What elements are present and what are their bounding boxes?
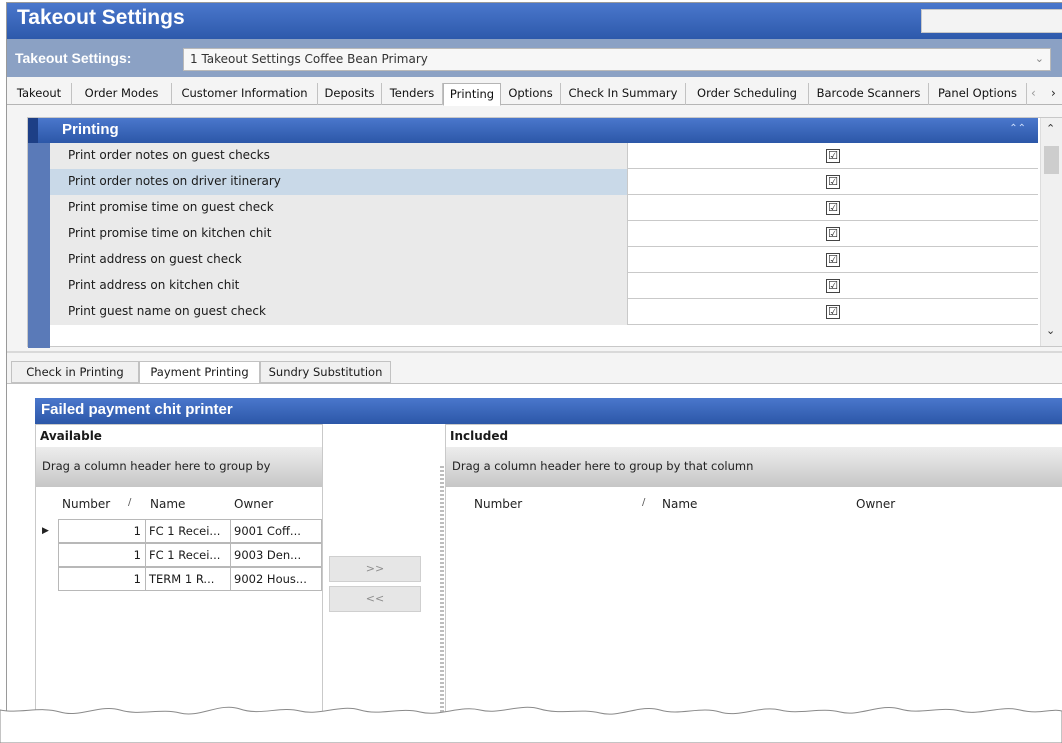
option-value-cell: ☑ (628, 195, 1038, 221)
available-cell-owner[interactable]: 9001 Coff... (230, 519, 322, 543)
sort-indicator-icon: / (642, 497, 646, 508)
option-label: Print order notes on guest checks (50, 143, 628, 169)
option-label: Print promise time on guest check (50, 195, 628, 221)
scroll-up-icon[interactable]: ⌃ (1046, 122, 1055, 135)
available-pane: Available Drag a column header here to g… (35, 424, 323, 714)
tab-check-in-summary[interactable]: Check In Summary (561, 83, 686, 105)
tab-order-modes[interactable]: Order Modes (72, 83, 172, 105)
subtab-payment-printing[interactable]: Payment Printing (139, 361, 260, 384)
scrollbar-thumb[interactable] (1044, 146, 1059, 174)
scroll-right-icon[interactable]: › (1051, 86, 1056, 100)
tab-printing[interactable]: Printing (443, 83, 501, 106)
sort-indicator-icon: / (128, 497, 132, 508)
option-value-cell: ☑ (628, 143, 1038, 169)
section-header-stripe (28, 118, 38, 143)
option-value-cell: ☑ (628, 247, 1038, 273)
available-cell-owner[interactable]: 9003 Den... (230, 543, 322, 567)
available-cell-name[interactable]: FC 1 Recei... (145, 519, 231, 543)
option-checkbox[interactable]: ☑ (826, 253, 840, 267)
tab-options[interactable]: Options (501, 83, 561, 105)
option-checkbox[interactable]: ☑ (826, 149, 840, 163)
record-selector-label: Takeout Settings: (15, 50, 132, 66)
record-selector-bar: Takeout Settings: 1 Takeout Settings Cof… (7, 39, 1062, 77)
chevron-down-icon: ⌄ (1034, 52, 1044, 65)
option-checkbox[interactable]: ☑ (826, 201, 840, 215)
option-value-cell: ☑ (628, 169, 1038, 195)
takeout-settings-window: Takeout Settings Takeout Settings: 1 Tak… (6, 2, 1062, 714)
tab-order-scheduling[interactable]: Order Scheduling (686, 83, 809, 105)
option-label: Print promise time on kitchen chit (50, 221, 628, 247)
option-label: Print address on kitchen chit (50, 273, 628, 299)
option-value-cell: ☑ (628, 273, 1038, 299)
title-bar: Takeout Settings (7, 3, 1062, 39)
available-group-by-area[interactable]: Drag a column header here to group by (36, 447, 322, 487)
tab-customer-information[interactable]: Customer Information (172, 83, 318, 105)
available-cell-number[interactable]: 1 (58, 567, 146, 591)
tab-barcode-scanners[interactable]: Barcode Scanners (809, 83, 929, 105)
included-title: Included (450, 429, 509, 443)
option-checkbox[interactable]: ☑ (826, 227, 840, 241)
available-col-owner[interactable]: Owner (234, 497, 273, 511)
collapse-icon[interactable]: ⌃⌃ (1009, 123, 1026, 134)
tab-takeout[interactable]: Takeout (7, 83, 72, 105)
option-row[interactable]: Print order notes on driver itinerary ☑ (50, 169, 1038, 195)
available-col-name[interactable]: Name (150, 497, 185, 511)
settings-tabs: Takeout Order Modes Customer Information… (7, 83, 1062, 106)
payment-printing-panel: Failed payment chit printer Available Dr… (7, 383, 1062, 714)
option-row[interactable]: Print address on kitchen chit ☑ (50, 273, 1038, 299)
record-selector-combo[interactable]: 1 Takeout Settings Coffee Bean Primary ⌄ (183, 48, 1051, 71)
subtab-check-in-printing[interactable]: Check in Printing (11, 361, 139, 383)
title-search-box[interactable] (921, 9, 1062, 33)
torn-edge-decoration (0, 706, 1062, 743)
included-col-name[interactable]: Name (662, 497, 697, 511)
available-cell-owner[interactable]: 9002 Hous... (230, 567, 322, 591)
tab-panel-options[interactable]: Panel Options (929, 83, 1027, 105)
option-value-cell: ☑ (628, 221, 1038, 247)
included-col-owner[interactable]: Owner (856, 497, 895, 511)
printing-section-header[interactable]: Printing ⌃⌃ (28, 118, 1038, 143)
option-label: Print guest name on guest check (50, 299, 628, 325)
option-row[interactable]: Print address on guest check ☑ (50, 247, 1038, 273)
scroll-left-icon[interactable]: ‹ (1031, 86, 1036, 100)
option-row[interactable]: Print promise time on guest check ☑ (50, 195, 1038, 221)
option-checkbox[interactable]: ☑ (826, 279, 840, 293)
included-pane: Included Drag a column header here to gr… (445, 424, 1062, 714)
scroll-down-icon[interactable]: ⌄ (1046, 324, 1055, 337)
remove-from-included-button[interactable]: << (329, 586, 421, 612)
included-group-by-area[interactable]: Drag a column header here to group by th… (446, 447, 1062, 487)
subtab-sundry-substitution[interactable]: Sundry Substitution (260, 361, 391, 383)
printing-detail-area: Check in Printing Payment Printing Sundr… (7, 353, 1062, 714)
row-indicator-column (28, 143, 50, 348)
included-col-number[interactable]: Number (474, 497, 522, 511)
available-cell-name[interactable]: FC 1 Recei... (145, 543, 231, 567)
tab-tenders[interactable]: Tenders (382, 83, 443, 105)
record-selector-value: 1 Takeout Settings Coffee Bean Primary (190, 52, 428, 66)
option-label: Print address on guest check (50, 247, 628, 273)
available-col-number[interactable]: Number (62, 497, 110, 511)
option-checkbox[interactable]: ☑ (826, 175, 840, 189)
tab-deposits[interactable]: Deposits (318, 83, 382, 105)
option-label: Print order notes on driver itinerary (50, 169, 628, 195)
vertical-scrollbar[interactable]: ⌃ ⌄ (1040, 118, 1062, 346)
option-checkbox[interactable]: ☑ (826, 305, 840, 319)
available-cell-number[interactable]: 1 (58, 519, 146, 543)
available-title: Available (40, 429, 102, 443)
current-row-indicator-icon: ▶ (42, 526, 49, 536)
failed-payment-title: Failed payment chit printer (41, 401, 233, 418)
printing-section-title: Printing (62, 121, 119, 138)
failed-payment-header: Failed payment chit printer (35, 398, 1062, 424)
option-row[interactable]: Print order notes on guest checks ☑ (50, 143, 1038, 169)
printing-options-panel: Printing ⌃⌃ Print order notes on guest c… (27, 117, 1062, 348)
option-row[interactable]: Print guest name on guest check ☑ (50, 299, 1038, 325)
option-row[interactable]: Print promise time on kitchen chit ☑ (50, 221, 1038, 247)
available-cell-name[interactable]: TERM 1 R... (145, 567, 231, 591)
add-to-included-button[interactable]: >> (329, 556, 421, 582)
available-cell-number[interactable]: 1 (58, 543, 146, 567)
window-title: Takeout Settings (17, 6, 185, 29)
option-value-cell: ☑ (628, 299, 1038, 325)
pane-divider (440, 464, 444, 714)
printing-options-grid: Print order notes on guest checks ☑ Prin… (50, 143, 1038, 325)
